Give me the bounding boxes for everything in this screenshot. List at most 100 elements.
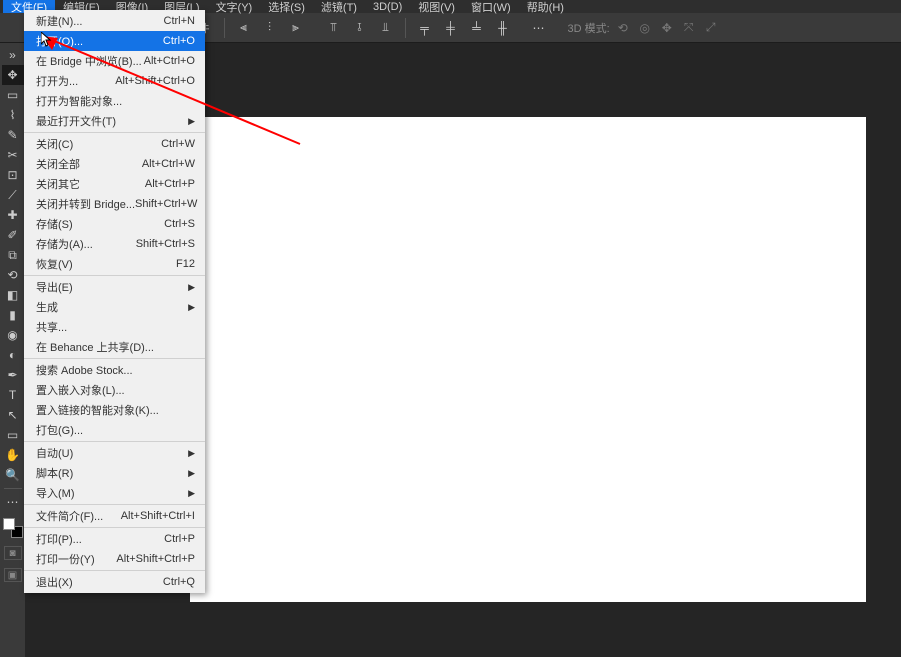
menu-item-shortcut: Alt+Shift+Ctrl+O (115, 75, 195, 87)
menubar-item-10[interactable]: 帮助(H) (519, 0, 572, 13)
eraser-tool-icon[interactable]: ◧ (2, 285, 24, 305)
hand-tool-icon[interactable]: ✋ (2, 445, 24, 465)
menu-item[interactable]: 最近打开文件(T)▶ (24, 111, 205, 131)
menu-item[interactable]: 生成▶ (24, 297, 205, 317)
menu-item[interactable]: 退出(X) Ctrl+Q (24, 572, 205, 592)
type-tool-icon[interactable]: T (2, 385, 24, 405)
document-canvas[interactable] (190, 117, 866, 602)
menu-item-label: 打印一份(Y) (36, 551, 95, 567)
menu-item[interactable]: 打包(G)... (24, 420, 205, 440)
menu-item[interactable]: 自动(U)▶ (24, 443, 205, 463)
menu-item[interactable]: 导入(M)▶ (24, 483, 205, 503)
distribute-top-icon[interactable]: ╤ (414, 17, 436, 39)
menu-item[interactable]: 关闭并转到 Bridge...Shift+Ctrl+W (24, 194, 205, 214)
color-swatches[interactable] (3, 518, 23, 538)
menu-item-label: 打包(G)... (36, 422, 83, 438)
history-brush-icon[interactable]: ⟲ (2, 265, 24, 285)
zoom-tool-icon[interactable]: 🔍 (2, 465, 24, 485)
menu-item-shortcut: Alt+Ctrl+O (144, 55, 195, 67)
brush-tool-icon[interactable]: ✐ (2, 225, 24, 245)
align-top-icon[interactable]: ⫪ (323, 17, 345, 39)
menu-item[interactable]: 打开(O)...Ctrl+O (24, 31, 205, 51)
align-right-icon[interactable]: ⫸ (285, 17, 307, 39)
menu-item-shortcut: Ctrl+S (164, 218, 195, 230)
3d-pan-icon[interactable]: ✥ (658, 19, 676, 37)
menu-item[interactable]: 关闭其它Alt+Ctrl+P (24, 174, 205, 194)
more-options-icon[interactable]: ⋯ (528, 17, 550, 39)
menu-item[interactable]: 打开为智能对象... (24, 91, 205, 111)
frame-tool-icon[interactable]: ⊡ (2, 165, 24, 185)
move-tool-icon[interactable]: ✥ (2, 65, 24, 85)
quick-select-tool-icon[interactable]: ✎ (2, 125, 24, 145)
eyedropper-tool-icon[interactable]: ⟋ (2, 185, 24, 205)
menubar-item-9[interactable]: 窗口(W) (463, 0, 519, 13)
3d-slide-icon[interactable]: ⤧ (680, 19, 698, 37)
gradient-tool-icon[interactable]: ▮ (2, 305, 24, 325)
menu-item-label: 存储(S) (36, 216, 73, 232)
menu-item-label: 打开为... (36, 73, 78, 89)
menu-item[interactable]: 置入链接的智能对象(K)... (24, 400, 205, 420)
menu-item[interactable]: 关闭(C)Ctrl+W (24, 134, 205, 154)
menu-item[interactable]: 存储为(A)...Shift+Ctrl+S (24, 234, 205, 254)
distribute-v-center-icon[interactable]: ╪ (440, 17, 462, 39)
menu-item-shortcut: Ctrl+Q (163, 576, 195, 588)
menu-item-shortcut: Ctrl+P (164, 533, 195, 545)
menu-item-label: 文件简介(F)... (36, 508, 103, 524)
menu-item[interactable]: 恢复(V)F12 (24, 254, 205, 274)
foreground-color[interactable] (3, 518, 15, 530)
menubar-item-8[interactable]: 视图(V) (410, 0, 463, 13)
align-bottom-icon[interactable]: ⫫ (375, 17, 397, 39)
menu-item[interactable]: 新建(N)...Ctrl+N (24, 11, 205, 31)
crop-tool-icon[interactable]: ✂ (2, 145, 24, 165)
expand-icon[interactable]: » (2, 45, 24, 65)
shape-tool-icon[interactable]: ▭ (2, 425, 24, 445)
menu-item[interactable]: 置入嵌入对象(L)... (24, 380, 205, 400)
menu-item[interactable]: 搜索 Adobe Stock... (24, 360, 205, 380)
menu-item-shortcut: F12 (176, 258, 195, 270)
menu-item-label: 置入嵌入对象(L)... (36, 382, 125, 398)
separator (4, 488, 22, 489)
path-select-icon[interactable]: ↖ (2, 405, 24, 425)
3d-roll-icon[interactable]: ◎ (636, 19, 654, 37)
quickmask-icon[interactable]: ◙ (4, 546, 22, 560)
distribute-h-icon[interactable]: ╫ (492, 17, 514, 39)
screenmode-icon[interactable]: ▣ (4, 568, 22, 582)
marquee-tool-icon[interactable]: ▭ (2, 85, 24, 105)
menu-item[interactable]: 脚本(R)▶ (24, 463, 205, 483)
menubar-item-4[interactable]: 文字(Y) (208, 0, 261, 13)
clone-tool-icon[interactable]: ⧉ (2, 245, 24, 265)
menu-item[interactable]: 共享... (24, 317, 205, 337)
align-center-h-icon[interactable]: ⫶ (259, 17, 281, 39)
blur-tool-icon[interactable]: ◉ (2, 325, 24, 345)
menu-item-label: 退出(X) (36, 574, 73, 590)
edit-toolbar-icon[interactable]: ⋯ (2, 492, 24, 512)
lasso-tool-icon[interactable]: ⌇ (2, 105, 24, 125)
menu-item[interactable]: 导出(E)▶ (24, 277, 205, 297)
dodge-tool-icon[interactable]: ◐ (2, 345, 24, 365)
menu-item-shortcut: Ctrl+O (163, 35, 195, 47)
menu-item[interactable]: 在 Bridge 中浏览(B)...Alt+Ctrl+O (24, 51, 205, 71)
distribute-bottom-icon[interactable]: ╧ (466, 17, 488, 39)
menu-item[interactable]: 存储(S) Ctrl+S (24, 214, 205, 234)
menu-item-shortcut: Alt+Shift+Ctrl+I (121, 510, 195, 522)
menu-item-shortcut: Alt+Shift+Ctrl+P (116, 553, 195, 565)
3d-scale-icon[interactable]: ⤢ (702, 19, 720, 37)
menubar-item-6[interactable]: 滤镜(T) (313, 0, 365, 13)
healing-tool-icon[interactable]: ✚ (2, 205, 24, 225)
menu-item[interactable]: 关闭全部Alt+Ctrl+W (24, 154, 205, 174)
menubar-item-5[interactable]: 选择(S) (260, 0, 313, 13)
menu-item-label: 最近打开文件(T) (36, 113, 116, 129)
menubar-item-7[interactable]: 3D(D) (365, 0, 410, 13)
separator (224, 18, 225, 38)
align-center-v-icon[interactable]: ⫱ (349, 17, 371, 39)
menu-item[interactable]: 打开为... Alt+Shift+Ctrl+O (24, 71, 205, 91)
3d-orbit-icon[interactable]: ⟲ (614, 19, 632, 37)
menu-item[interactable]: 在 Behance 上共享(D)... (24, 337, 205, 357)
menu-item[interactable]: 文件简介(F)... Alt+Shift+Ctrl+I (24, 506, 205, 526)
menu-item-label: 脚本(R) (36, 465, 73, 481)
align-left-icon[interactable]: ⫷ (233, 17, 255, 39)
menu-item[interactable]: 打印(P)...Ctrl+P (24, 529, 205, 549)
pen-tool-icon[interactable]: ✒ (2, 365, 24, 385)
menu-item[interactable]: 打印一份(Y) Alt+Shift+Ctrl+P (24, 549, 205, 569)
file-menu-dropdown: 新建(N)...Ctrl+N打开(O)...Ctrl+O在 Bridge 中浏览… (24, 10, 205, 593)
